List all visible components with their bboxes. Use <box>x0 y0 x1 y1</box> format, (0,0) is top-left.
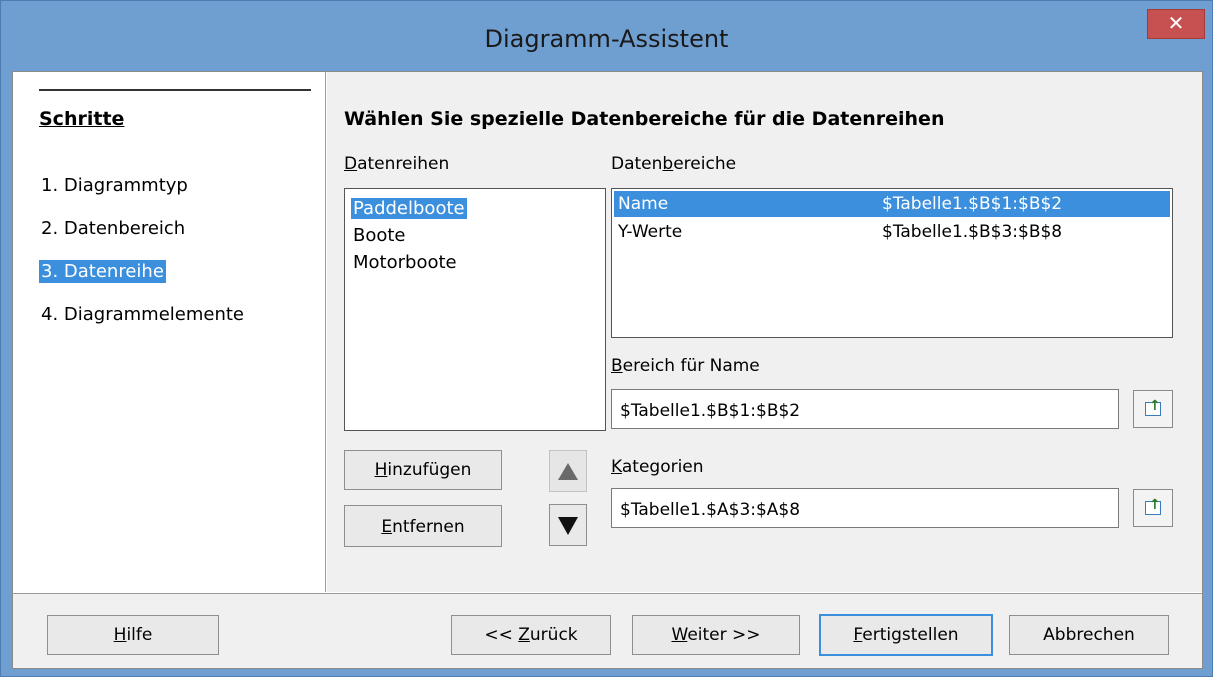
finish-button[interactable]: Fertigstellen <box>819 614 993 656</box>
shrink-icon <box>1145 497 1161 515</box>
step-diagrammelemente[interactable]: 4. Diagrammelemente <box>39 303 246 326</box>
close-button[interactable]: ✕ <box>1147 9 1205 39</box>
range-value: $Tabelle1.$B$3:$B$8 <box>882 222 1063 242</box>
step-datenbereich[interactable]: 2. Datenbereich <box>39 217 187 240</box>
steps-separator <box>39 89 311 91</box>
dialog-window: Diagramm-Assistent ✕ Schritte 1. Diagram… <box>0 0 1213 677</box>
categories-label: Kategorien <box>611 457 704 477</box>
series-listbox[interactable]: Paddelboote Boote Motorboote <box>344 188 606 431</box>
series-item-motorboote[interactable]: Motorboote <box>351 252 459 273</box>
range-role: Name <box>618 194 669 214</box>
triangle-down-icon <box>558 517 578 535</box>
title-bar[interactable]: Diagramm-Assistent ✕ <box>1 1 1212 71</box>
steps-title: Schritte <box>39 108 125 130</box>
main-panel: Wählen Sie spezielle Datenbereiche für d… <box>327 72 1202 592</box>
step-diagrammtyp[interactable]: 1. Diagrammtyp <box>39 174 190 197</box>
data-ranges-list[interactable]: Name $Tabelle1.$B$1:$B$2 Y-Werte $Tabell… <box>611 188 1173 338</box>
back-button[interactable]: << Zurück <box>451 615 611 655</box>
range-value: $Tabelle1.$B$1:$B$2 <box>882 194 1063 214</box>
ranges-label: Datenbereiche <box>611 154 737 174</box>
move-down-button[interactable] <box>549 504 587 546</box>
move-up-button[interactable] <box>549 450 587 492</box>
range-row-name[interactable]: Name $Tabelle1.$B$1:$B$2 <box>614 191 1170 217</box>
shrink-icon <box>1145 398 1161 416</box>
name-range-label: Bereich für Name <box>611 356 760 376</box>
step-datenreihe[interactable]: 3. Datenreihe <box>39 260 166 283</box>
categories-input[interactable]: $Tabelle1.$A$3:$A$8 <box>611 488 1119 528</box>
add-series-button[interactable]: Hinzufügen <box>344 450 502 490</box>
triangle-up-icon <box>558 463 578 480</box>
select-name-range-button[interactable] <box>1133 390 1173 428</box>
dialog-client-area: Schritte 1. Diagrammtyp 2. Datenbereich … <box>12 71 1203 669</box>
series-item-paddelboote[interactable]: Paddelboote <box>351 198 467 219</box>
button-bar: Hilfe << Zurück Weiter >> Fertigstellen … <box>13 593 1202 668</box>
cancel-button[interactable]: Abbrechen <box>1009 615 1169 655</box>
dialog-title: Diagramm-Assistent <box>484 25 729 53</box>
steps-panel: Schritte 1. Diagrammtyp 2. Datenbereich … <box>13 72 326 592</box>
next-button[interactable]: Weiter >> <box>632 615 800 655</box>
range-row-y-werte[interactable]: Y-Werte $Tabelle1.$B$3:$B$8 <box>614 219 1170 245</box>
help-button[interactable]: Hilfe <box>47 615 219 655</box>
name-range-input[interactable]: $Tabelle1.$B$1:$B$2 <box>611 389 1119 429</box>
select-categories-button[interactable] <box>1133 489 1173 527</box>
series-label: Datenreihen <box>344 154 450 174</box>
remove-series-button[interactable]: Entfernen <box>344 505 502 547</box>
close-icon: ✕ <box>1167 11 1185 35</box>
series-item-boote[interactable]: Boote <box>351 225 408 246</box>
range-role: Y-Werte <box>618 222 683 242</box>
page-heading: Wählen Sie spezielle Datenbereiche für d… <box>344 108 945 130</box>
